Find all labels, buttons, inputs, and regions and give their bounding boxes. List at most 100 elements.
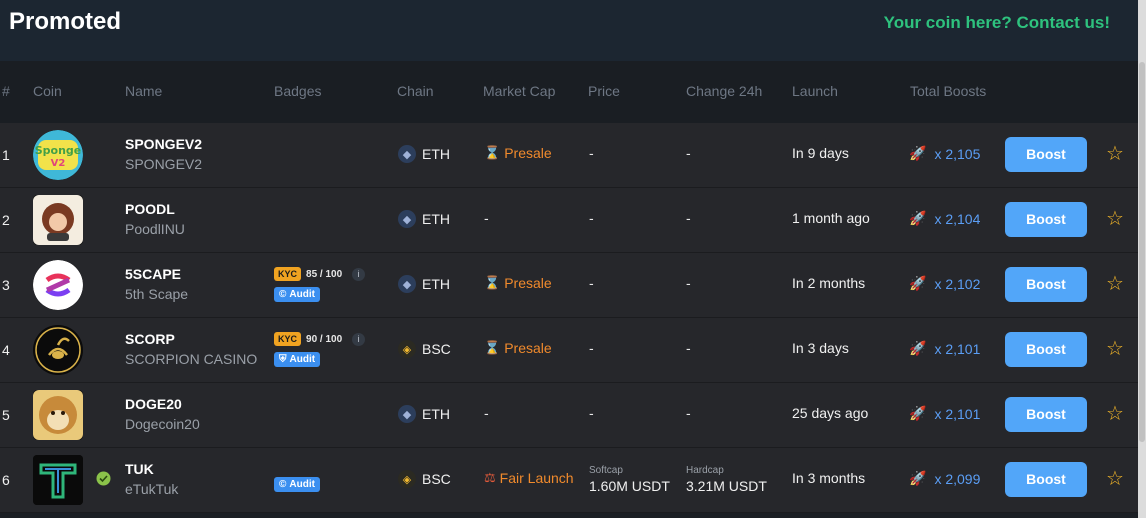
row-rank: 3 (2, 277, 10, 293)
boost-button[interactable]: Boost (1005, 332, 1087, 367)
market-cap-value: Presale (504, 145, 552, 161)
total-boosts-cell: 🚀 x 2,105 (909, 145, 980, 162)
rocket-icon: 🚀 (909, 470, 927, 486)
column-header-rank[interactable]: # (2, 83, 10, 99)
bnb-icon: ◈ (398, 340, 416, 358)
table-row[interactable]: 2 POODL PoodlINU ◆ ETH - - - 1 month ago… (0, 188, 1138, 253)
launch-value: 25 days ago (792, 405, 869, 421)
favorite-star-icon[interactable]: ☆ (1106, 336, 1124, 361)
5scape-logo (33, 260, 83, 310)
ethereum-icon: ◆ (398, 275, 416, 293)
launch-value: 1 month ago (792, 210, 870, 226)
total-boosts-cell: 🚀 x 2,102 (909, 275, 980, 292)
change-24h-value: - (686, 340, 691, 356)
contact-us-link[interactable]: Your coin here? Contact us! (884, 13, 1110, 33)
boost-button[interactable]: Boost (1005, 137, 1087, 172)
column-header-launch[interactable]: Launch (792, 83, 838, 99)
total-boosts-value: x 2,101 (934, 340, 981, 357)
column-header-coin[interactable]: Coin (33, 83, 62, 99)
column-header-badges[interactable]: Badges (274, 83, 321, 99)
boost-button[interactable]: Boost (1005, 267, 1087, 302)
coin-symbol[interactable]: SCORP (125, 331, 175, 347)
promoted-table-body: 1 Sponge V2 SPONGEV2 SPONGEV2 ◆ ETH ⌛ Pr… (0, 123, 1138, 513)
audit-badge[interactable]: ⛨ Audit (274, 352, 321, 367)
info-icon[interactable]: i (352, 267, 366, 281)
kyc-badge[interactable]: KYC (274, 332, 302, 346)
total-boosts-value: x 2,099 (934, 470, 981, 487)
column-header-name[interactable]: Name (125, 83, 162, 99)
total-boosts-value: x 2,105 (934, 145, 981, 162)
column-header-total-boosts[interactable]: Total Boosts (910, 83, 986, 99)
bnb-icon: ◈ (398, 470, 416, 488)
info-icon[interactable]: i (352, 332, 366, 346)
total-boosts-cell: 🚀 x 2,101 (909, 405, 980, 422)
market-cap-value: Presale (504, 340, 552, 356)
hardcap-label: Hardcap (686, 465, 724, 476)
coin-symbol[interactable]: 5SCAPE (125, 266, 181, 282)
price-value: - (589, 340, 594, 356)
favorite-star-icon[interactable]: ☆ (1106, 401, 1124, 426)
market-cap-value: - (484, 405, 489, 421)
softcap-label: Softcap (589, 465, 623, 476)
chain-label: BSC (422, 341, 451, 357)
row-rank: 5 (2, 407, 10, 423)
change-24h-value: - (686, 145, 691, 161)
launch-value: In 2 months (792, 275, 866, 291)
favorite-star-icon[interactable]: ☆ (1106, 141, 1124, 166)
hardcap-cell: Hardcap 3.21M USDT (686, 465, 767, 494)
table-row[interactable]: 3 5SCAPE 5th Scape KYC 85 / 100 i © Audi… (0, 253, 1138, 318)
favorite-star-icon[interactable]: ☆ (1106, 206, 1124, 231)
softcap-cell: Softcap 1.60M USDT (589, 465, 670, 494)
column-header-market-cap[interactable]: Market Cap (483, 83, 555, 99)
coin-name: eTukTuk (125, 481, 179, 497)
price-value: - (589, 145, 594, 161)
audit-badge[interactable]: © Audit (274, 287, 320, 302)
market-cap-cell: ⌛ Presale (484, 145, 552, 161)
column-header-price[interactable]: Price (588, 83, 620, 99)
rocket-icon: 🚀 (909, 145, 927, 161)
hourglass-icon: ⌛ (484, 275, 501, 290)
market-cap-cell: ⚖ Fair Launch (484, 470, 574, 486)
favorite-star-icon[interactable]: ☆ (1106, 271, 1124, 296)
table-row[interactable]: 4 SCORP SCORPION CASINO KYC 90 / 100 i ⛨… (0, 318, 1138, 383)
page-title: Promoted (9, 8, 122, 35)
table-row[interactable]: 5 DOGE20 Dogecoin20 ◆ ETH - - - 25 days … (0, 383, 1138, 448)
rocket-icon: 🚀 (909, 405, 927, 421)
column-header-change-24h[interactable]: Change 24h (686, 83, 762, 99)
certik-icon: © (279, 289, 287, 300)
svg-text:V2: V2 (51, 158, 66, 169)
audit-badge[interactable]: © Audit (274, 477, 320, 492)
total-boosts-cell: 🚀 x 2,099 (909, 470, 980, 487)
coin-symbol[interactable]: TUK (125, 461, 154, 477)
table-row[interactable]: 6 TUK eTukTuk © Audit ◈ BSC ⚖ Fair Launc… (0, 448, 1138, 513)
launch-value: In 9 days (792, 145, 849, 161)
coin-symbol[interactable]: DOGE20 (125, 396, 182, 412)
favorite-star-icon[interactable]: ☆ (1106, 466, 1124, 491)
table-row[interactable]: 1 Sponge V2 SPONGEV2 SPONGEV2 ◆ ETH ⌛ Pr… (0, 123, 1138, 188)
column-header-chain[interactable]: Chain (397, 83, 434, 99)
badges-cell: © Audit (274, 461, 384, 492)
kyc-badge[interactable]: KYC (274, 267, 302, 281)
coin-name: SCORPION CASINO (125, 351, 258, 367)
coin-symbol[interactable]: POODL (125, 201, 175, 217)
row-rank: 6 (2, 472, 10, 488)
hourglass-icon: ⌛ (484, 340, 501, 355)
coin-name: 5th Scape (125, 286, 189, 302)
boost-button[interactable]: Boost (1005, 397, 1087, 432)
badges-cell: KYC 90 / 100 i ⛨ Audit (274, 331, 384, 367)
scrollbar-thumb[interactable] (1139, 62, 1145, 442)
kyc-score: 85 / 100 (306, 268, 343, 280)
scrollbar[interactable] (1138, 0, 1146, 518)
kyc-score: 90 / 100 (306, 333, 343, 345)
coin-symbol[interactable]: SPONGEV2 (125, 136, 202, 152)
change-24h-value: - (686, 210, 691, 226)
chain-cell: ◈ BSC (398, 340, 451, 358)
chain-label: ETH (422, 406, 450, 422)
boost-button[interactable]: Boost (1005, 462, 1087, 497)
boost-button[interactable]: Boost (1005, 202, 1087, 237)
hardcap-value: 3.21M USDT (686, 478, 767, 494)
chain-cell: ◆ ETH (398, 405, 450, 423)
market-cap-value: Fair Launch (499, 470, 574, 486)
chain-label: ETH (422, 211, 450, 227)
coin-name: PoodlINU (125, 221, 185, 237)
